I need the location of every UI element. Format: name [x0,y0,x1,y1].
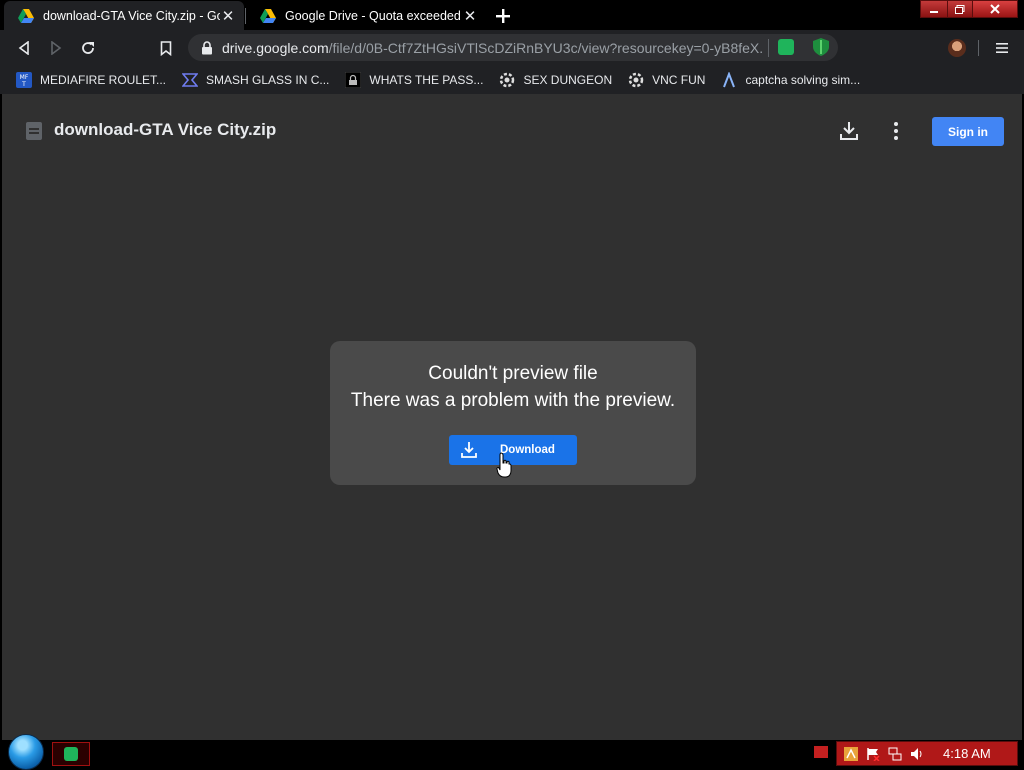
toolbar-divider [978,40,979,56]
tab-quota-exceeded[interactable]: Google Drive - Quota exceeded ✕ [246,1,486,30]
minimize-icon [930,11,938,13]
reload-icon [82,42,94,54]
drive-file-viewer: download-GTA Vice City.zip Sign in Could… [2,94,1022,740]
forward-arrow-icon [51,41,62,55]
preview-error-dialog: Couldn't preview file There was a proble… [330,341,696,485]
browser-toolbar: drive.google.com/file/d/0B-Ctf7ZtHGsiVTl… [0,30,1024,66]
restore-icon [955,4,965,14]
error-message: There was a problem with the preview. [350,390,676,411]
mediafire-icon: MF T [16,72,32,88]
gear-site-icon [628,72,644,88]
maximize-window-button[interactable] [947,0,973,18]
bookmark-vnc-fun[interactable]: VNC FUN [620,68,713,92]
close-icon [990,4,1000,14]
app-icon [64,747,78,761]
bookmark-label: SMASH GLASS IN C... [206,73,330,87]
close-window-button[interactable] [972,0,1018,18]
bookmark-mediafire[interactable]: MF T MEDIAFIRE ROULET... [8,68,174,92]
download-icon [461,442,477,458]
shield-extension-icon[interactable] [813,38,829,56]
bookmarks-bar: MF T MEDIAFIRE ROULET... SMASH GLASS IN C… [0,66,1024,94]
taskbar-app-button[interactable] [52,742,90,766]
reload-button[interactable] [76,36,100,60]
tray-app-icon[interactable] [843,746,859,762]
url-host: drive.google.com [222,39,329,56]
start-button[interactable] [8,734,44,770]
tab-title: Google Drive - Quota exceeded [285,8,461,23]
bookmark-label: VNC FUN [652,73,706,87]
browser-menu-button[interactable] [990,36,1014,60]
bookmark-captcha-solving[interactable]: captcha solving sim... [713,68,868,92]
hand-cursor-icon [496,452,512,478]
minimize-window-button[interactable] [920,0,948,18]
bookmark-page-button[interactable] [154,36,178,60]
download-icon[interactable] [838,120,860,142]
system-tray: 4:18 AM [836,741,1018,766]
bookmark-icon [160,40,172,56]
lock-site-icon [345,72,362,88]
gear-site-icon [499,72,515,88]
clock[interactable]: 4:18 AM [943,746,991,761]
glass-icon [182,72,199,88]
bookmark-label: WHATS THE PASS... [369,73,484,87]
screen: download-GTA Vice City.zip - Google Driv… [0,0,1024,770]
plus-icon [496,9,510,23]
google-drive-icon [18,8,34,23]
address-bar[interactable]: drive.google.com/file/d/0B-Ctf7ZtHGsiVTl… [188,34,838,61]
close-tab-icon[interactable]: ✕ [462,8,478,25]
tab-strip: download-GTA Vice City.zip - Google Driv… [0,0,1024,30]
bookmark-label: SEX DUNGEON [523,73,613,87]
green-extension-icon[interactable] [778,39,794,55]
bookmark-label: MEDIAFIRE ROULET... [40,73,167,87]
close-tab-icon[interactable]: ✕ [220,8,236,25]
bookmark-whats-the-pass[interactable]: WHATS THE PASS... [337,68,491,92]
new-tab-button[interactable] [490,3,516,29]
download-button[interactable]: Download [449,435,577,465]
svg-text:T: T [21,81,26,88]
extension-divider [768,39,769,57]
file-icon [26,122,42,140]
bookmark-sex-dungeon[interactable]: SEX DUNGEON [491,68,620,92]
volume-icon[interactable] [909,746,925,762]
bookmark-label: captcha solving sim... [745,73,861,87]
file-name: download-GTA Vice City.zip [54,120,277,139]
action-center-flag-icon[interactable] [865,746,881,762]
hamburger-menu-icon [996,43,1008,53]
url-path: /file/d/0B-Ctf7ZtHGsiVTlScDZiRnBYU3c/vie… [328,39,762,56]
more-options-icon[interactable] [886,120,906,142]
lock-icon [202,40,212,54]
tab-title: download-GTA Vice City.zip - Google Driv… [43,8,220,23]
lambda-icon [721,72,737,88]
tab-drive-file[interactable]: download-GTA Vice City.zip - Google Driv… [4,1,244,30]
viewer-header: download-GTA Vice City.zip Sign in [2,94,1022,166]
google-drive-icon [260,8,276,23]
error-title: Couldn't preview file [428,363,598,384]
forward-button[interactable] [44,36,68,60]
sign-in-button[interactable]: Sign in [932,117,1004,146]
url-text[interactable]: drive.google.com/file/d/0B-Ctf7ZtHGsiVTl… [222,40,762,56]
back-arrow-icon [18,41,29,55]
bookmark-smash-glass[interactable]: SMASH GLASS IN C... [174,68,337,92]
network-icon[interactable] [887,746,903,762]
notification-flag-icon[interactable] [814,746,828,758]
back-button[interactable] [12,36,36,60]
profile-avatar[interactable] [948,39,966,57]
svg-text:MF: MF [20,74,29,81]
